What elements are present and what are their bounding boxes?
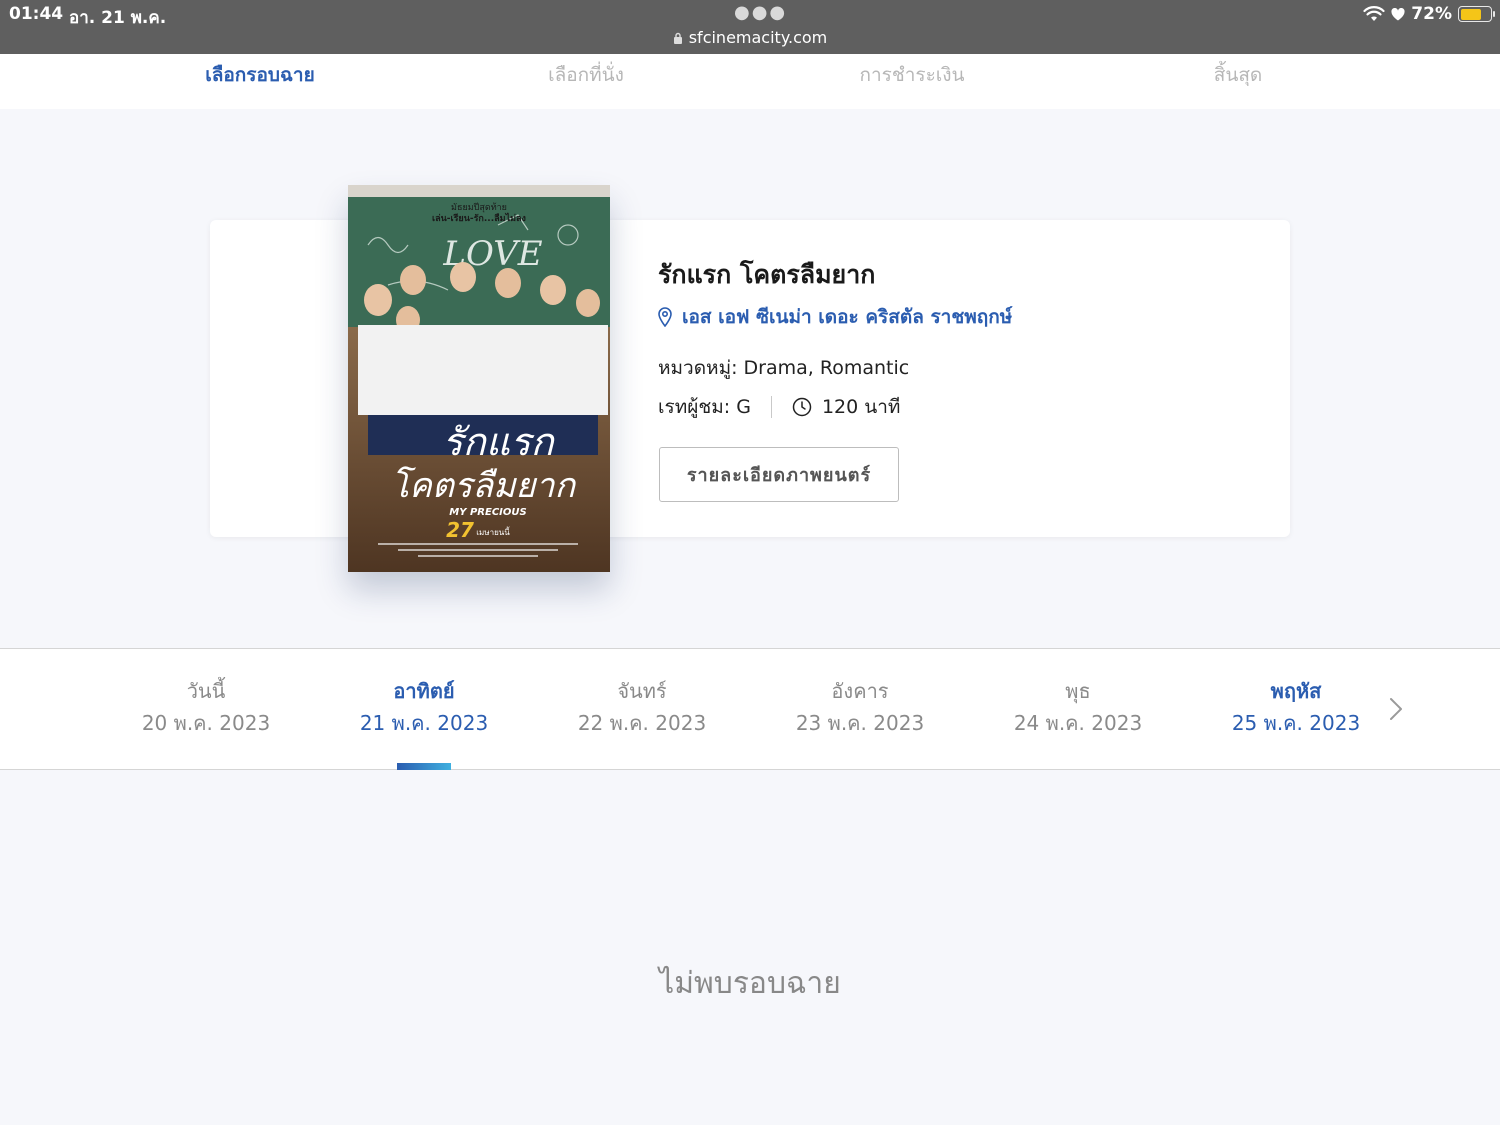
cinema-name: เอส เอฟ ซีเนม่า เดอะ คริสตัล ราชพฤกษ์ — [682, 306, 1013, 328]
date-tab-date: 23 พ.ค. 2023 — [795, 711, 925, 735]
date-tab-day: จันทร์ — [617, 679, 667, 703]
cinema-location: เอส เอฟ ซีเนม่า เดอะ คริสตัล ราชพฤกษ์ — [658, 302, 1012, 332]
poster-tagline-top: มัธยมปีสุดท้าย — [451, 202, 507, 213]
step-payment[interactable]: การชำระเงิน — [782, 60, 1042, 90]
date-tab-day: อาทิตย์ — [393, 679, 455, 703]
battery-fill — [1460, 8, 1482, 20]
poster-release-day: 27 — [446, 518, 474, 542]
status-date: อา. 21 พ.ค. — [69, 8, 167, 28]
date-tab-22[interactable]: จันทร์ 22 พ.ค. 2023 — [542, 675, 742, 739]
location-pin-icon — [658, 307, 672, 327]
movie-duration: 120 นาที — [821, 396, 901, 418]
wifi-icon — [1363, 6, 1385, 21]
date-tab-date: 21 พ.ค. 2023 — [359, 711, 489, 735]
poster-release-month: เมษายนนี้ — [476, 526, 510, 537]
no-showtimes-message: ไม่พบรอบฉาย — [659, 966, 841, 1001]
movie-meta: เรทผู้ชม: G 120 นาที — [658, 392, 900, 422]
active-date-indicator — [397, 763, 451, 770]
date-tab-day: พุธ — [1065, 679, 1091, 703]
more-dots-icon[interactable]: ●●● — [734, 2, 787, 23]
date-tab-20[interactable]: วันนี้ 20 พ.ค. 2023 — [106, 675, 306, 739]
poster-tagline: เล่น-เรียน-รัก...ลืมไม่ลง — [432, 212, 526, 224]
status-time: 01:44 — [9, 4, 64, 24]
date-tabs: วันนี้ 20 พ.ค. 2023 อาทิตย์ 21 พ.ค. 2023… — [0, 648, 1500, 770]
movie-title: รักแรก โคตรลืมยาก — [658, 260, 876, 289]
date-tab-24[interactable]: พุธ 24 พ.ค. 2023 — [978, 675, 1178, 739]
chevron-right-icon[interactable] — [1386, 695, 1406, 723]
step-select-seat[interactable]: เลือกที่นั่ง — [456, 60, 716, 90]
step-finish[interactable]: สิ้นสุด — [1108, 60, 1368, 90]
battery-icon — [1458, 6, 1495, 22]
status-right: 72% — [1363, 4, 1495, 24]
status-bar: 01:44 อา. 21 พ.ค. ●●● sfcinemacity.com 7… — [0, 0, 1500, 54]
movie-detail-button[interactable]: รายละเอียดภาพยนตร์ — [659, 447, 899, 502]
poster-title-line1: รักแรก — [442, 420, 555, 464]
date-tab-day: พฤหัส — [1270, 679, 1322, 703]
date-tab-date: 22 พ.ค. 2023 — [577, 711, 707, 735]
date-tab-day: วันนี้ — [186, 679, 226, 703]
date-tab-day: อังคาร — [831, 679, 889, 703]
booking-steps: เลือกรอบฉาย เลือกที่นั่ง การชำระเงิน สิ้… — [0, 54, 1500, 109]
address-bar[interactable]: sfcinemacity.com — [0, 28, 1500, 47]
date-tab-date: 25 พ.ค. 2023 — [1231, 711, 1361, 735]
poster-english-title: MY PRECIOUS — [449, 507, 526, 518]
date-tab-25[interactable]: พฤหัส 25 พ.ค. 2023 — [1196, 675, 1396, 739]
movie-genre: หมวดหมู่: Drama, Romantic — [658, 357, 910, 379]
date-tab-date: 20 พ.ค. 2023 — [141, 711, 271, 735]
poster-title-line2: โคตรลืมยาก — [391, 466, 577, 506]
heart-icon — [1391, 7, 1405, 20]
step-select-showtime[interactable]: เลือกรอบฉาย — [130, 60, 390, 90]
date-tab-21[interactable]: อาทิตย์ 21 พ.ค. 2023 — [324, 675, 524, 739]
battery-percent: 72% — [1411, 4, 1452, 24]
date-tab-date: 24 พ.ค. 2023 — [1013, 711, 1143, 735]
meta-divider — [770, 396, 772, 418]
movie-poster[interactable]: LOVE มัธยมปีสุดท้าย เล่น-เรียน-รัก...ลืม… — [348, 185, 610, 572]
lock-icon — [673, 32, 682, 44]
clock-icon — [792, 397, 812, 417]
url-text: sfcinemacity.com — [688, 28, 828, 47]
movie-rating: เรทผู้ชม: G — [658, 396, 751, 418]
date-tab-23[interactable]: อังคาร 23 พ.ค. 2023 — [760, 675, 960, 739]
